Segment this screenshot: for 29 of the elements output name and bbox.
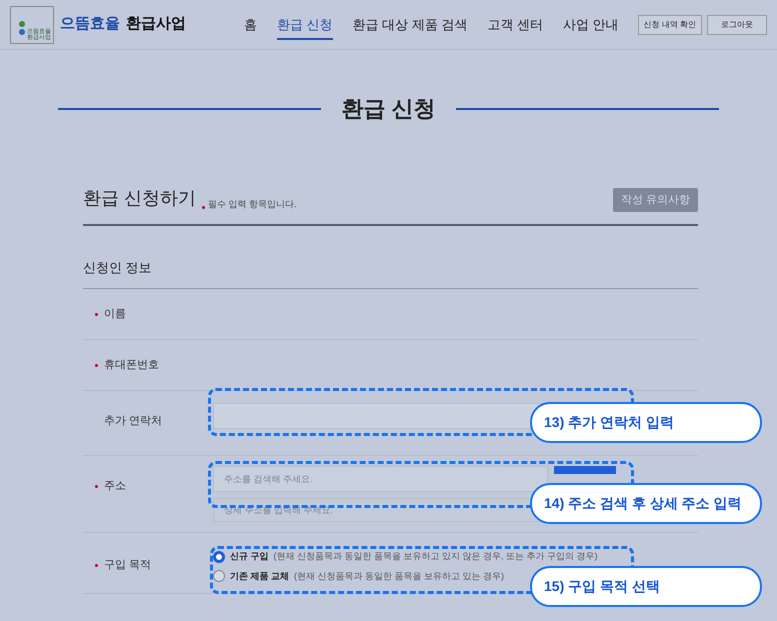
logo-icon [19, 20, 25, 34]
callout-tooltip: 14) 주소 검색 후 상세 주소 입력 [530, 483, 762, 524]
field-label: 추가 연락처 [104, 414, 162, 429]
field-label: 이름 [104, 306, 126, 322]
header-button[interactable]: 신청 내역 확인 [638, 14, 702, 34]
callout-tooltip: 15) 구입 목적 선택 [530, 566, 762, 607]
nav-tab[interactable]: 고객 센터 [487, 8, 544, 40]
section-title: 신청인 정보 [83, 260, 152, 275]
nav-tab[interactable]: 환급 대상 제품 검색 [352, 8, 468, 40]
radio-button[interactable] [213, 550, 225, 563]
nav-tab[interactable]: 환급 신청 [277, 8, 333, 40]
option-note: (현재 신청품목과 동일한 품목을 보유하고 있는 경우) [294, 570, 504, 583]
option-note: (현재 신청품목과 동일한 품목을 보유하고 있지 않은 경우, 또는 추가 구입의 경우) [274, 550, 598, 563]
option-label: 기존 제품 교체 [230, 570, 290, 582]
input-field[interactable]: 주소를 검색해 주세요. [213, 466, 548, 492]
logo-text[interactable]: 으뜸효율 [60, 13, 120, 36]
page-title: 환급 신청 [341, 95, 436, 123]
nav-tab[interactable]: 홈 [244, 8, 257, 40]
radio-button[interactable] [213, 570, 225, 582]
form-title: 환급 신청하기 [83, 187, 196, 210]
field-label: 구입 목적 [104, 558, 152, 573]
logo-subtext[interactable]: 환급사업 [126, 13, 186, 36]
header-button[interactable]: 로그아웃 [707, 14, 767, 34]
required-note: 필수 입력 항목입니다. [208, 198, 297, 210]
nav-tab[interactable]: 사업 안내 [563, 8, 619, 40]
field-label: 휴대폰번호 [104, 358, 159, 373]
field-label: 주소 [104, 479, 126, 494]
option-label: 신규 구입 [230, 550, 269, 563]
callout-tooltip: 13) 추가 연락처 입력 [530, 402, 762, 443]
